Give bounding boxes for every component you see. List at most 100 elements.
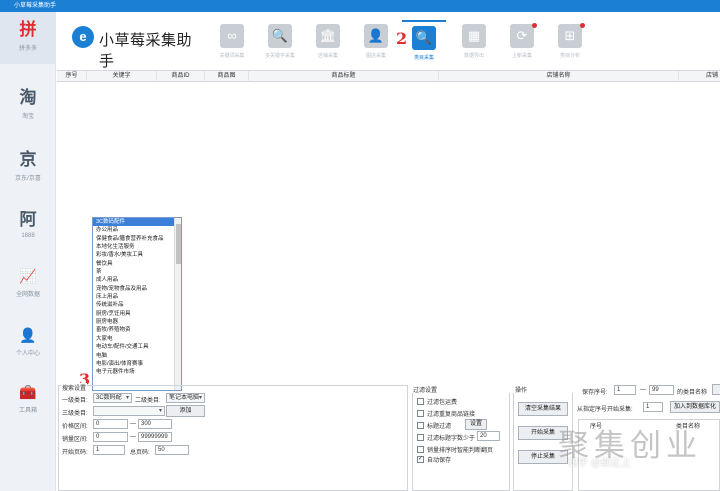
add-to-database-button[interactable]: 加入到数据库化 xyxy=(670,401,720,413)
dropdown-option[interactable]: 大家电 xyxy=(93,335,181,343)
tool-multi-keyword-collect[interactable]: 🔍 多关键字采集 xyxy=(258,20,302,66)
save-seq-to-input[interactable]: 99 xyxy=(649,385,674,395)
results-grid-header: 序号 关键字 商品ID 商品图 商品标题 店铺名称 店铺 xyxy=(57,70,720,82)
price-range-label: 价格区间: xyxy=(62,424,88,430)
add-category-button[interactable]: 添加 xyxy=(166,405,205,417)
scrollbar-thumb[interactable] xyxy=(176,224,181,264)
category-dropdown-list[interactable]: 3C数码配件 办公用品 保健食品/膳食营养补充食品 本地化生活服务 彩妆/香水/… xyxy=(92,217,182,391)
col-header-shop[interactable]: 店铺 xyxy=(679,71,720,82)
sidebar-item-label: 淘宝 xyxy=(21,114,34,120)
dropdown-option[interactable]: 成人用品 xyxy=(93,276,181,284)
dropdown-option[interactable]: 3C数码配件 xyxy=(93,218,181,227)
sidebar-item-toolbox[interactable]: 🧰 工具箱 xyxy=(0,374,56,426)
tool-label: 多关键字采集 xyxy=(264,53,295,59)
category-name-button[interactable] xyxy=(712,384,720,395)
level3-category-select[interactable] xyxy=(93,406,165,416)
auto-save-label: 自动保存 xyxy=(427,458,452,464)
title-length-input[interactable]: 20 xyxy=(477,431,500,441)
tool-keyword-collect[interactable]: ∞ 关键词采集 xyxy=(210,20,254,66)
sidebar-item-label: 工具箱 xyxy=(18,408,37,414)
filter-title-label: 标题过滤 xyxy=(427,424,452,430)
start-page-input[interactable]: 1 xyxy=(93,445,125,455)
sidebar-item-1688[interactable]: 阿 1688 xyxy=(0,202,56,254)
tool-label: 类目采集 xyxy=(413,55,434,61)
price-min-input[interactable]: 0 xyxy=(93,419,128,429)
level1-category-select[interactable]: 3C数码配 xyxy=(93,393,132,403)
tool-label: 图店采集 xyxy=(365,53,386,59)
dropdown-option[interactable]: 电影/演出/体育赛事 xyxy=(93,360,181,368)
level2-category-select[interactable]: 笔记本电脑 xyxy=(166,393,205,403)
tool-new-arrivals[interactable]: ⟳ 上新采集 xyxy=(500,20,544,66)
continue-from-input[interactable]: 1 xyxy=(643,402,663,412)
strawberry-logo-icon: e xyxy=(72,26,94,48)
dropdown-option[interactable]: 办公用品 xyxy=(93,226,181,234)
col-header-seq[interactable]: 序号 xyxy=(57,71,87,82)
clear-results-button[interactable]: 清空采集结果 xyxy=(518,402,568,416)
dropdown-option[interactable]: 电脑 xyxy=(93,352,181,360)
watermark-subtext: 知乎 @郭正上 xyxy=(568,458,631,469)
dropdown-option[interactable]: 本地化生活服务 xyxy=(93,243,181,251)
person-icon: 👤 xyxy=(364,24,388,48)
dropdown-option[interactable]: 保健食品/膳食营养补充食品 xyxy=(93,235,181,243)
sidebar-item-pinduoduo[interactable]: 拼 拼多多 xyxy=(0,12,56,64)
dropdown-option[interactable]: 宠物/宠物食品及用品 xyxy=(93,285,181,293)
dropdown-option[interactable]: 厨房/烹饪用具 xyxy=(93,310,181,318)
tool-shop-collect[interactable]: 🏛 店铺采集 xyxy=(306,20,350,66)
col-header-shop-name[interactable]: 店铺名称 xyxy=(439,71,679,82)
filter-title-length-checkbox[interactable] xyxy=(417,434,424,441)
col-header-product-id[interactable]: 商品ID xyxy=(157,71,205,82)
grid-icon: ⊞ xyxy=(558,24,582,48)
smart-paging-label: 销量排序时智能判断翻页 xyxy=(427,448,494,454)
filter-shipping-checkbox[interactable] xyxy=(417,398,424,405)
sales-range-dash: — xyxy=(130,434,136,440)
save-seq-label: 保存序号: xyxy=(582,390,608,396)
taobao-icon: 淘 xyxy=(19,88,37,107)
tool-image-shop-collect[interactable]: 👤 图店采集 xyxy=(354,20,398,66)
total-pages-input[interactable]: 50 xyxy=(155,445,189,455)
tool-data-export[interactable]: ▦ 数据导出 xyxy=(452,20,496,66)
dropdown-scrollbar[interactable] xyxy=(174,218,181,390)
sales-max-input[interactable]: 99999999 xyxy=(138,432,172,442)
dropdown-option[interactable]: 床上用品 xyxy=(93,293,181,301)
col-header-product-image[interactable]: 商品图 xyxy=(205,71,249,82)
auto-save-checkbox[interactable]: ✓ xyxy=(417,456,424,463)
total-pages-label: 总页码: xyxy=(130,450,150,456)
smart-paging-checkbox[interactable] xyxy=(417,446,424,453)
sidebar-item-label: 1688 xyxy=(21,233,35,239)
dropdown-option[interactable]: 茶 xyxy=(93,268,181,276)
search-doc-icon: 🔍 xyxy=(268,24,292,48)
sidebar-item-jd[interactable]: 京 京东/京喜 xyxy=(0,142,56,194)
col-header-product-title[interactable]: 商品标题 xyxy=(249,71,439,82)
level1-category-label: 一级类目: xyxy=(62,398,88,404)
save-seq-from-input[interactable]: 1 xyxy=(614,385,636,395)
app-logo: e 小草莓采集助手 xyxy=(72,24,202,70)
alibaba-icon: 阿 xyxy=(19,210,37,229)
app-name: 小草莓采集助手 xyxy=(99,32,193,70)
dropdown-option[interactable]: 厨房电器 xyxy=(93,318,181,326)
window-title: 小草莓采集助手 xyxy=(14,3,57,9)
dropdown-option[interactable]: 传统滋补品 xyxy=(93,301,181,309)
dropdown-option[interactable]: 餐饮具 xyxy=(93,260,181,268)
sidebar-item-all-data[interactable]: 📈 全网数据 xyxy=(0,258,56,310)
dropdown-option[interactable]: 畜牧/养殖物资 xyxy=(93,326,181,334)
sales-min-input[interactable]: 0 xyxy=(93,432,128,442)
continue-from-label: 从指定序号开始采集: xyxy=(577,407,633,413)
dropdown-option[interactable]: 彩妆/香水/美妆工具 xyxy=(93,251,181,259)
price-max-input[interactable]: 300 xyxy=(138,419,172,429)
shop-icon: 🏛 xyxy=(316,24,340,48)
dropdown-option[interactable]: 电动车/配件/交通工具 xyxy=(93,343,181,351)
col-header-keyword[interactable]: 关键字 xyxy=(87,71,157,82)
filter-duplicate-checkbox[interactable] xyxy=(417,410,424,417)
title-filter-settings-button[interactable]: 设置 xyxy=(465,419,487,430)
infinity-icon: ∞ xyxy=(220,24,244,48)
sidebar-item-taobao[interactable]: 淘 淘宝 xyxy=(0,80,56,132)
tool-category-analysis[interactable]: ⊞ 类目分析 xyxy=(548,20,592,66)
tool-label: 数据导出 xyxy=(463,53,484,59)
sidebar-item-label: 全网数据 xyxy=(15,292,40,298)
filter-title-checkbox[interactable] xyxy=(417,422,424,429)
sidebar-item-profile[interactable]: 👤 个人中心 xyxy=(0,317,56,369)
table-icon: ▦ xyxy=(462,24,486,48)
tool-category-collect[interactable]: 🔍 类目采集 xyxy=(402,20,446,66)
trend-chart-icon: 📈 xyxy=(19,268,37,284)
dropdown-option[interactable]: 电子元器件市场 xyxy=(93,368,181,376)
